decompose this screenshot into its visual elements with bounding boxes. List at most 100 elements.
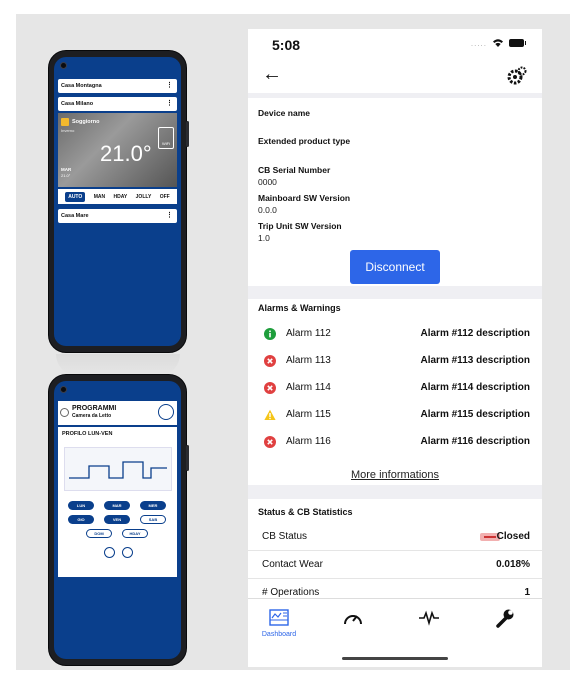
tab-dashboard-label: Dashboard <box>261 631 297 638</box>
alarm-description: Alarm #116 description <box>420 436 531 447</box>
error-icon <box>264 436 276 448</box>
room-label: Soggiorno <box>61 118 100 126</box>
alarm-row[interactable]: Alarm 114 Alarm #114 description <box>248 375 542 401</box>
day-lun[interactable]: LUN <box>68 501 94 510</box>
camera-icon <box>60 62 67 69</box>
mainboard-label: Mainboard SW Version <box>258 193 351 203</box>
home-card-label: Casa Milano <box>61 101 94 107</box>
home-card-mare[interactable]: Casa Mare ⋮ <box>58 209 177 223</box>
info-icon <box>264 328 276 340</box>
alarm-name: Alarm 112 <box>286 328 331 339</box>
warning-icon <box>264 409 276 420</box>
alarms-title: Alarms & Warnings <box>258 303 341 313</box>
programs-title: PROGRAMMI <box>72 405 117 412</box>
device-name-label: Device name <box>258 108 310 118</box>
profile-label: PROFILO LUN-VEN <box>62 431 113 437</box>
more-icon[interactable]: ⋮ <box>166 82 173 89</box>
phone-bottom: PROGRAMMI Camera da Letto PROFILO LUN-VE… <box>48 374 189 666</box>
mode-jolly[interactable]: JOLLY <box>136 194 152 200</box>
day-label: MAR <box>61 167 72 172</box>
season-label: Inverno <box>61 128 75 133</box>
stat-value: Closed <box>496 531 530 542</box>
day-mer[interactable]: MER <box>140 501 166 510</box>
day-temperature: 21.0° <box>61 173 71 178</box>
alarm-description: Alarm #115 description <box>420 409 531 420</box>
day-mar[interactable]: MAR <box>104 501 130 510</box>
alarm-description: Alarm #112 description <box>420 328 531 339</box>
nav-bar: ← <box>248 59 542 93</box>
tab-gauge[interactable] <box>328 607 378 647</box>
home-card-label: Casa Mare <box>61 213 89 219</box>
stats-title: Status & CB Statistics <box>258 507 353 517</box>
back-icon[interactable] <box>60 408 69 417</box>
tab-dashboard[interactable]: Dashboard <box>254 607 304 647</box>
stat-value: 0.018% <box>496 559 530 570</box>
programs-body: PROFILO LUN-VEN LUN MAR MER GIO VEN SAB … <box>58 427 177 577</box>
mode-man[interactable]: MAN <box>94 194 105 200</box>
day-gio[interactable]: GIO <box>68 515 94 524</box>
cb-serial-label: CB Serial Number <box>258 165 331 175</box>
alarm-row[interactable]: Alarm 115 Alarm #115 description <box>248 402 542 428</box>
alarm-row[interactable]: Alarm 113 Alarm #113 description <box>248 348 542 374</box>
stat-label: CB Status <box>262 531 308 542</box>
mainboard-value: 0.0.0 <box>258 205 277 215</box>
battery-icon <box>509 39 526 47</box>
mode-auto[interactable]: AUTO <box>65 191 86 202</box>
delete-icon[interactable] <box>122 547 133 558</box>
stat-label: Contact Wear <box>262 559 323 570</box>
status-icons: ..... <box>470 38 526 48</box>
disconnect-button[interactable]: Disconnect <box>350 250 440 284</box>
home-card-montagna[interactable]: Casa Montagna ⋮ <box>58 79 177 93</box>
alarm-row[interactable]: Alarm 112 Alarm #112 description <box>248 321 542 347</box>
room-temperature: 21.0° <box>100 141 152 166</box>
alarm-name: Alarm 115 <box>286 409 331 420</box>
stat-label: # Operations <box>262 587 320 598</box>
tab-bar: Dashboard <box>248 598 542 667</box>
day-hday[interactable]: HDAY <box>122 529 148 538</box>
device-info-card: Device name Extended product type CB Ser… <box>248 98 542 286</box>
more-icon[interactable]: ⋮ <box>166 212 173 219</box>
home-icon <box>61 118 69 126</box>
settings-gears-icon[interactable] <box>506 65 528 87</box>
back-arrow-icon[interactable]: ← <box>262 63 282 86</box>
wifi-button[interactable]: WiFi <box>158 127 174 149</box>
alarm-row[interactable]: Alarm 116 Alarm #116 description <box>248 429 542 455</box>
error-icon <box>264 355 276 367</box>
tab-tools[interactable] <box>480 607 530 647</box>
more-icon[interactable]: ⋮ <box>166 100 173 107</box>
alarms-card: Alarms & Warnings Alarm 112 Alarm #112 d… <box>248 299 542 485</box>
mode-off[interactable]: OFF <box>160 194 170 200</box>
day-ven[interactable]: VEN <box>104 515 130 524</box>
phone-top: Casa Montagna ⋮ Casa Milano ⋮ Soggiorno … <box>48 50 189 353</box>
copy-icon[interactable] <box>104 547 115 558</box>
schedule-graph[interactable] <box>64 447 172 491</box>
extended-type-label: Extended product type <box>258 136 351 146</box>
phone-top-screen: Casa Montagna ⋮ Casa Milano ⋮ Soggiorno … <box>54 57 181 346</box>
programs-subtitle: Camera da Letto <box>72 413 112 419</box>
alarm-name: Alarm 116 <box>286 436 331 447</box>
dashboard-icon <box>269 609 289 626</box>
programs-header: PROGRAMMI Camera da Letto <box>58 401 177 425</box>
schedule-line <box>69 461 167 479</box>
signal-icon: ..... <box>470 38 487 48</box>
cb-serial-value: 0000 <box>258 177 277 187</box>
day-dom[interactable]: DOM <box>86 529 112 538</box>
phone-bottom-screen: PROGRAMMI Camera da Letto PROFILO LUN-VE… <box>54 381 181 659</box>
trip-unit-value: 1.0 <box>258 233 270 243</box>
mode-hday[interactable]: HDAY <box>114 194 128 200</box>
day-sab[interactable]: SAB <box>140 515 166 524</box>
app-screen: 5:08 ..... ← Device name Extended produc… <box>248 29 542 667</box>
more-info-link[interactable]: More informations <box>248 469 542 481</box>
room-panel[interactable]: Soggiorno Inverno 21.0° MAR 21.0° WiFi <box>58 113 177 187</box>
thermometer-icon[interactable] <box>158 404 174 420</box>
status-bar: 5:08 ..... <box>248 29 542 59</box>
wifi-icon <box>493 39 503 47</box>
error-icon <box>264 382 276 394</box>
home-indicator <box>342 657 448 660</box>
home-card-milano[interactable]: Casa Milano ⋮ <box>58 97 177 111</box>
alarm-name: Alarm 113 <box>286 355 331 366</box>
camera-icon <box>60 386 67 393</box>
trip-unit-label: Trip Unit SW Version <box>258 221 342 231</box>
alarm-description: Alarm #114 description <box>420 382 531 393</box>
tab-waveform[interactable] <box>404 607 454 647</box>
